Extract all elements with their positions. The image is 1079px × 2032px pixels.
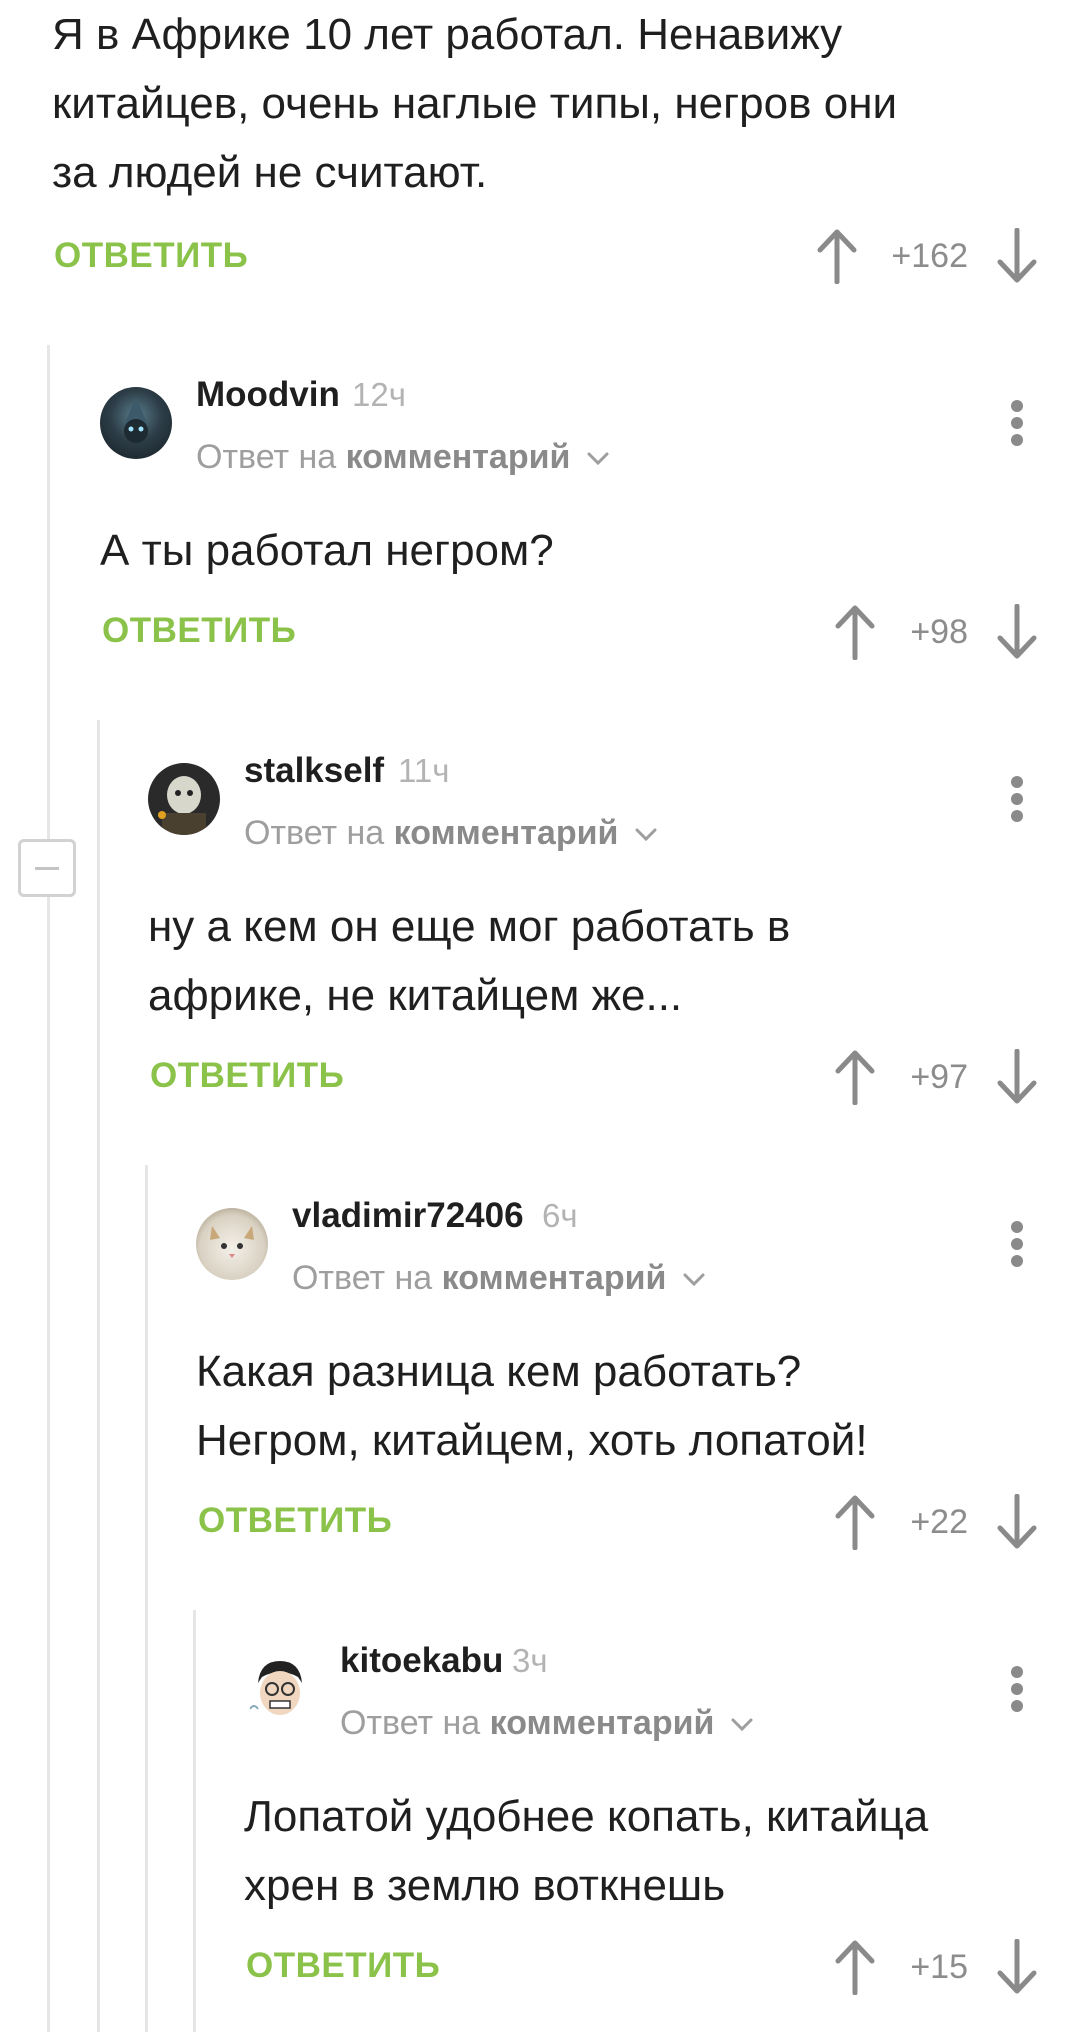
timestamp: 3ч	[512, 1642, 548, 1679]
reply-to-prefix: Ответ на	[244, 814, 385, 852]
reply-to-prefix: Ответ на	[196, 438, 337, 476]
reply-button[interactable]: ОТВЕТИТЬ	[246, 1946, 440, 1986]
score: +15	[910, 1948, 968, 1986]
comment-body: А ты работал негром?	[100, 526, 554, 575]
reply-to-link[interactable]: Ответ на комментарий	[340, 1704, 754, 1743]
avatar[interactable]	[100, 387, 172, 459]
reply-to-link[interactable]: Ответ на комментарий	[292, 1259, 706, 1298]
reply-to-link[interactable]: Ответ на комментарий	[196, 438, 610, 477]
collapse-minus-icon[interactable]	[18, 839, 76, 897]
comment-body: ну а кем он еще мог работать в африке, н…	[148, 902, 791, 1020]
arrow-up-icon[interactable]	[812, 228, 862, 284]
reply-button[interactable]: ОТВЕТИТЬ	[54, 236, 248, 276]
score: +98	[910, 613, 968, 651]
arrow-down-icon[interactable]	[992, 604, 1042, 660]
avatar[interactable]	[196, 1208, 268, 1280]
reply-button[interactable]: ОТВЕТИТЬ	[102, 611, 296, 651]
arrow-down-icon[interactable]	[992, 1939, 1042, 1995]
more-vertical-icon[interactable]	[1007, 1219, 1027, 1269]
thread-line	[193, 1610, 196, 2032]
arrow-up-icon[interactable]	[830, 1939, 880, 1995]
avatar[interactable]	[244, 1653, 316, 1725]
arrow-down-icon[interactable]	[992, 228, 1042, 284]
timestamp: 6ч	[542, 1197, 578, 1234]
arrow-up-icon[interactable]	[830, 1494, 880, 1550]
more-vertical-icon[interactable]	[1007, 1664, 1027, 1714]
reply-to-target: комментарий	[345, 438, 571, 476]
arrow-up-icon[interactable]	[830, 1049, 880, 1105]
more-vertical-icon[interactable]	[1007, 398, 1027, 448]
chevron-down-icon	[587, 452, 609, 466]
arrow-up-icon[interactable]	[830, 604, 880, 660]
reply-to-prefix: Ответ на	[292, 1259, 433, 1297]
thread-line	[97, 720, 100, 2032]
username[interactable]: vladimir72406	[292, 1196, 524, 1236]
reply-to-target: комментарий	[489, 1704, 715, 1742]
reply-to-target: комментарий	[441, 1259, 667, 1297]
reply-to-target: комментарий	[393, 814, 619, 852]
more-vertical-icon[interactable]	[1007, 774, 1027, 824]
thread-line	[145, 1165, 148, 2032]
avatar[interactable]	[148, 763, 220, 835]
score: +162	[891, 237, 968, 275]
comment-body: Какая разница кем работать? Негром, кита…	[196, 1347, 868, 1465]
timestamp: 12ч	[352, 376, 406, 413]
username[interactable]: kitoekabu	[340, 1641, 503, 1681]
thread-line	[47, 345, 50, 2032]
comment-body: Лопатой удобнее копать, китайца хрен в з…	[244, 1792, 929, 1910]
chevron-down-icon	[683, 1273, 705, 1287]
comment-body: Я в Африке 10 лет работал. Ненавижу кита…	[52, 10, 898, 197]
reply-to-prefix: Ответ на	[340, 1704, 481, 1742]
arrow-down-icon[interactable]	[992, 1494, 1042, 1550]
reply-button[interactable]: ОТВЕТИТЬ	[150, 1056, 344, 1096]
chevron-down-icon	[635, 828, 657, 842]
chevron-down-icon	[731, 1718, 753, 1732]
score: +97	[910, 1058, 968, 1096]
score: +22	[910, 1503, 968, 1541]
arrow-down-icon[interactable]	[992, 1049, 1042, 1105]
reply-button[interactable]: ОТВЕТИТЬ	[198, 1501, 392, 1541]
username[interactable]: Moodvin	[196, 375, 340, 415]
timestamp: 11ч	[398, 752, 450, 789]
reply-to-link[interactable]: Ответ на комментарий	[244, 814, 658, 853]
username[interactable]: stalkself	[244, 751, 384, 791]
